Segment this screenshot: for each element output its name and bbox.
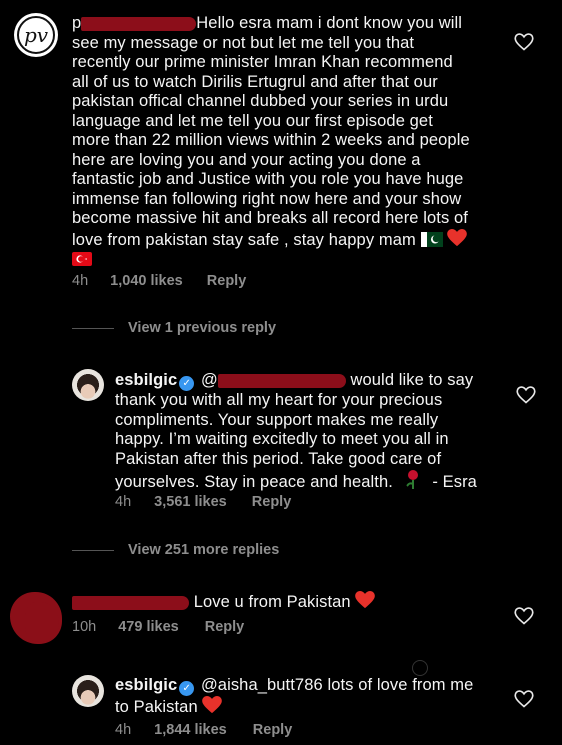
likes-count[interactable]: 1,844 likes: [154, 722, 227, 738]
comment-line: recently our prime minister Imran Khan r…: [72, 53, 453, 71]
username-redaction: p: [72, 14, 82, 32]
redaction: [72, 595, 189, 610]
like-heart-icon[interactable]: [514, 606, 534, 626]
avatar-image: [72, 675, 104, 707]
reply-text: esbilgic ✓ @aisha_butt786 lots of love fr…: [115, 676, 505, 718]
username[interactable]: esbilgic: [115, 676, 177, 694]
reply-time: 4h: [115, 494, 132, 510]
comment-line: fantastic job and Justice with you role …: [72, 170, 464, 188]
view-replies-link[interactable]: View 251 more replies: [72, 542, 279, 558]
reply-line: thank you with all my heart for your pre…: [115, 391, 443, 409]
reply-line: yourselves. Stay in peace and health.: [115, 473, 393, 491]
view-replies-link[interactable]: View 1 previous reply: [72, 320, 276, 336]
reply-line: to Pakistan: [115, 698, 198, 716]
mention[interactable]: @: [201, 371, 218, 389]
like-heart-icon[interactable]: [514, 32, 534, 52]
comment-line: all of us to watch Dirilis Ertugrul and …: [72, 72, 438, 91]
username[interactable]: esbilgic: [115, 371, 177, 389]
verified-badge-icon: ✓: [179, 376, 195, 391]
comment-text: Love u from Pakistan: [72, 591, 492, 613]
comment-line: pakistan offical channel dubbed your ser…: [72, 92, 449, 110]
reply-button[interactable]: Reply: [205, 619, 245, 635]
reply-meta: 4h 1,844 likes Reply: [115, 722, 292, 738]
comment-line: love from pakistan stay safe , stay happ…: [72, 230, 416, 249]
reply-button[interactable]: Reply: [252, 494, 292, 510]
comment-time: 4h: [72, 273, 89, 289]
likes-count[interactable]: 1,040 likes: [110, 273, 183, 289]
reply-line: compliments. Your support makes me reall…: [115, 410, 439, 429]
comment-line: language and let me tell you our first e…: [72, 111, 433, 130]
comment-meta: 4h 1,040 likes Reply: [72, 273, 246, 289]
verified-badge-icon: ✓: [179, 681, 195, 696]
likes-count[interactable]: 479 likes: [118, 619, 178, 635]
view-replies-label: View 1 previous reply: [128, 320, 277, 336]
comment-line: immense fan following right now here and…: [72, 189, 462, 208]
avatar[interactable]: pv: [14, 13, 58, 57]
comment-meta: 10h 479 likes Reply: [72, 619, 244, 635]
reply-line: lots of love from me: [327, 676, 474, 694]
mention[interactable]: @aisha_butt786: [201, 676, 323, 694]
redaction: [81, 16, 197, 31]
reply-line: Pakistan after this period. Take good ca…: [115, 449, 442, 468]
comment-line: more than 22 million views within 2 week…: [72, 131, 470, 149]
comment-line: Hello esra mam i dont know you will: [196, 14, 463, 32]
reply-button[interactable]: Reply: [207, 273, 247, 289]
reply-time: 4h: [115, 722, 132, 738]
thread-divider: [72, 549, 114, 551]
view-replies-label: View 251 more replies: [128, 542, 280, 558]
avatar[interactable]: [72, 369, 104, 401]
redaction: [217, 373, 346, 388]
red-heart-icon: [202, 696, 223, 714]
scroll-indicator: [412, 660, 428, 676]
reply-button[interactable]: Reply: [253, 722, 293, 738]
avatar-image: [72, 369, 104, 401]
comment-text: p Hello esra mam i dont know you will see…: [72, 14, 502, 270]
reply-line: happy. I’m waiting excitedly to meet you…: [115, 430, 449, 448]
reply-meta: 4h 3,561 likes Reply: [115, 494, 291, 510]
avatar-redaction: [25, 602, 59, 642]
comment-line: Love u from Pakistan: [193, 593, 351, 611]
avatar-logo: pv: [17, 16, 55, 54]
comment-line: see my message or not but let me tell yo…: [72, 33, 415, 52]
pakistan-flag-icon: [420, 231, 443, 247]
comment-line: become massive hit and breaks all record…: [72, 209, 468, 227]
rose-icon: [405, 470, 418, 489]
reply-signoff: - Esra: [432, 473, 477, 491]
reply-text: esbilgic ✓ @ would like to say thank you …: [115, 371, 505, 493]
avatar[interactable]: [72, 675, 104, 707]
turkey-flag-icon: [72, 252, 92, 266]
likes-count[interactable]: 3,561 likes: [154, 494, 227, 510]
like-heart-icon[interactable]: [516, 385, 536, 405]
red-heart-icon: [355, 591, 376, 609]
comment-time: 10h: [72, 619, 97, 635]
comment-line: here are loving you and your acting you …: [72, 150, 421, 169]
thread-divider: [72, 327, 114, 329]
reply-line: would like to say: [350, 371, 474, 389]
like-heart-icon[interactable]: [514, 689, 534, 709]
red-heart-icon: [447, 228, 468, 246]
